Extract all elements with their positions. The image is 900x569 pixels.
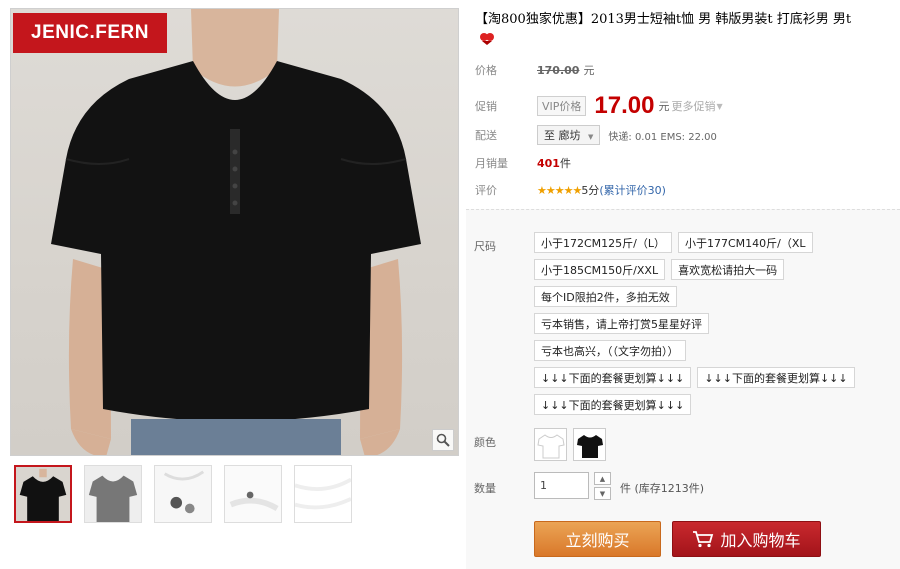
main-product-image[interactable]: JENIC.FERN [10,8,459,456]
shipping-label: 配送 [475,129,497,142]
thumbnail-strip [14,465,352,523]
size-option[interactable]: 小于177CM140斤/（XL [678,232,813,253]
sales-label: 月销量 [475,157,508,170]
promo-badge-icon [480,33,494,45]
thumbnail-black-tee[interactable] [14,465,72,523]
add-to-cart-label: 加入购物车 [720,531,801,550]
size-option[interactable]: ↓↓↓下面的套餐更划算↓↓↓ [534,394,692,415]
price-row: 价格 170.00 元 [475,60,594,80]
brand-logo: JENIC.FERN [13,13,167,53]
size-option-row: 亏本销售，请上帝打赏5星星好评 [534,313,894,334]
product-title: 【淘800独家优惠】2013男士短袖t恤 男 韩版男装t 打底衫男 男t [475,12,852,27]
destination-select[interactable]: 至 廊坊 ▼ [537,125,601,145]
buy-now-label: 立刻购买 [565,531,630,550]
size-option[interactable]: ↓↓↓下面的套餐更划算↓↓↓ [534,367,692,388]
shipping-fees: 快递: 0.01 EMS: 22.00 [608,131,717,143]
shopping-cart-icon [693,531,714,548]
promo-unit: 元 [658,100,670,113]
stock-info: 件 (库存1213件) [620,482,705,495]
review-count-link[interactable]: (累计评价30) [599,182,666,198]
size-option[interactable]: 小于185CM150斤/XXL [534,259,666,280]
chevron-down-icon: ▼ [599,489,606,498]
size-option-row: ↓↓↓下面的套餐更划算↓↓↓ ↓↓↓下面的套餐更划算↓↓↓ [534,367,894,388]
size-option-row: 小于185CM150斤/XXL 喜欢宽松请拍大一码 [534,259,894,280]
size-option-row: ↓↓↓下面的套餐更划算↓↓↓ [534,394,894,415]
chevron-up-icon: ▲ [599,474,606,483]
thumbnail-collar-detail[interactable] [224,465,282,523]
add-to-cart-button[interactable]: 加入购物车 [672,521,821,557]
quantity-input[interactable] [534,472,589,499]
size-option[interactable]: 亏本也高兴，（（文字勿拍）） [534,340,686,361]
size-option[interactable]: 亏本销售，请上帝打赏5星星好评 [534,313,709,334]
buy-now-button[interactable]: 立刻购买 [534,521,661,557]
color-label: 颜色 [474,436,496,449]
quantity-decrease-button[interactable]: ▼ [594,487,611,500]
purchase-options-panel: 尺码 小于172CM125斤/（L） 小于177CM140斤/（XL 小于185CM… [466,209,900,569]
size-option[interactable]: 每个ID限拍2件，多拍无效 [534,286,677,307]
size-option[interactable]: 喜欢宽松请拍大一码 [671,259,785,280]
size-option-row: 小于172CM125斤/（L） 小于177CM140斤/（XL [534,232,894,253]
size-option[interactable]: 小于172CM125斤/（L） [534,232,672,253]
rating-label: 评价 [475,184,497,197]
promo-label: 促销 [475,100,497,113]
chevron-down-icon: ▼ [588,133,594,141]
destination-value: 至 廊坊 [544,129,581,142]
color-swatch-black[interactable] [573,428,606,461]
shipping-row: 配送 至 廊坊 ▼ 快递: 0.01 EMS: 22.00 [475,125,717,145]
rating-row: 评价 ★★★★★ 5分 (累计评价30) [475,180,666,200]
promo-price: 17.00 [594,92,655,119]
rating-score: 5分 [581,184,600,197]
thumbnail-white-fabric[interactable] [294,465,352,523]
size-option-row: 每个ID限拍2件，多拍无效 [534,286,894,307]
vip-tag: VIP价格 [537,96,587,116]
thumbnail-gray-tee[interactable] [84,465,142,523]
thumbnail-button-detail[interactable] [154,465,212,523]
promo-row: 促销 VIP价格 17.00 元 更多促销 ▼ [475,92,723,120]
color-options [534,428,606,461]
rating-stars: ★★★★★ [537,183,582,197]
zoom-icon[interactable] [432,429,454,451]
tshirt-photo [51,9,421,455]
size-option[interactable]: ↓↓↓下面的套餐更划算↓↓↓ [697,367,855,388]
quantity-label: 数量 [474,482,496,495]
sales-count: 401 [537,156,560,170]
price-unit: 元 [583,64,595,77]
price-label: 价格 [475,64,497,77]
more-promo-link[interactable]: 更多促销 [671,98,715,114]
size-options: 小于172CM125斤/（L） 小于177CM140斤/（XL 小于185CM150… [534,232,894,421]
sales-row: 月销量 401 件 [475,153,571,173]
quantity-increase-button[interactable]: ▲ [594,472,611,485]
sales-unit: 件 [559,157,571,170]
size-option-row: 亏本也高兴，（（文字勿拍）） [534,340,894,361]
size-label: 尺码 [474,240,496,253]
original-price: 170.00 [537,63,580,77]
chevron-down-icon: ▼ [716,101,723,111]
color-swatch-white[interactable] [534,428,567,461]
